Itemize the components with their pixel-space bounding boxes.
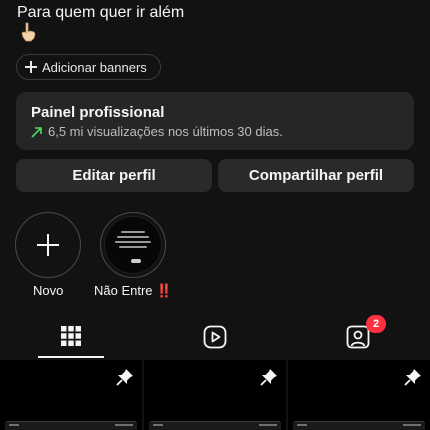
post-preview-bar xyxy=(149,421,281,430)
pointing-down-hand-icon xyxy=(21,22,36,42)
highlight-label: Não Entre ‼️ xyxy=(94,283,173,298)
highlight-story-circle[interactable] xyxy=(100,212,166,278)
active-tab-indicator xyxy=(38,356,104,358)
post-thumbnail[interactable] xyxy=(288,360,430,430)
pin-icon xyxy=(116,369,133,386)
share-profile-button[interactable]: Compartilhar perfil xyxy=(218,159,414,192)
add-banners-label: Adicionar banners xyxy=(42,59,147,75)
trending-up-icon xyxy=(31,126,42,138)
professional-panel-stats: 6,5 mi visualizações nos últimos 30 dias… xyxy=(48,124,283,139)
tagged-notification-badge: 2 xyxy=(366,315,386,333)
plus-icon xyxy=(25,61,37,73)
grid-icon[interactable] xyxy=(60,325,82,347)
reels-play-icon[interactable] xyxy=(203,325,227,349)
highlight-new[interactable]: Novo xyxy=(15,212,81,298)
pin-icon xyxy=(404,369,421,386)
edit-profile-button[interactable]: Editar perfil xyxy=(16,159,212,192)
add-banners-button[interactable]: Adicionar banners xyxy=(16,54,161,80)
highlight-nao-entre[interactable]: Não Entre ‼️ xyxy=(94,212,172,298)
post-thumbnail[interactable] xyxy=(144,360,286,430)
professional-panel[interactable]: Painel profissional 6,5 mi visualizações… xyxy=(16,92,414,150)
plus-icon xyxy=(37,234,59,256)
highlight-label: Novo xyxy=(33,283,64,298)
pin-icon xyxy=(260,369,277,386)
professional-panel-title: Painel profissional xyxy=(31,104,165,121)
profile-screen: Para quem quer ir além Adicionar banners… xyxy=(0,0,430,430)
highlight-new-circle[interactable] xyxy=(15,212,81,278)
bio-text: Para quem quer ir além xyxy=(17,4,185,21)
story-thumbnail xyxy=(104,216,162,274)
post-preview-bar xyxy=(5,421,137,430)
posts-grid xyxy=(0,360,430,430)
post-preview-bar xyxy=(293,421,425,430)
post-thumbnail[interactable] xyxy=(0,360,142,430)
